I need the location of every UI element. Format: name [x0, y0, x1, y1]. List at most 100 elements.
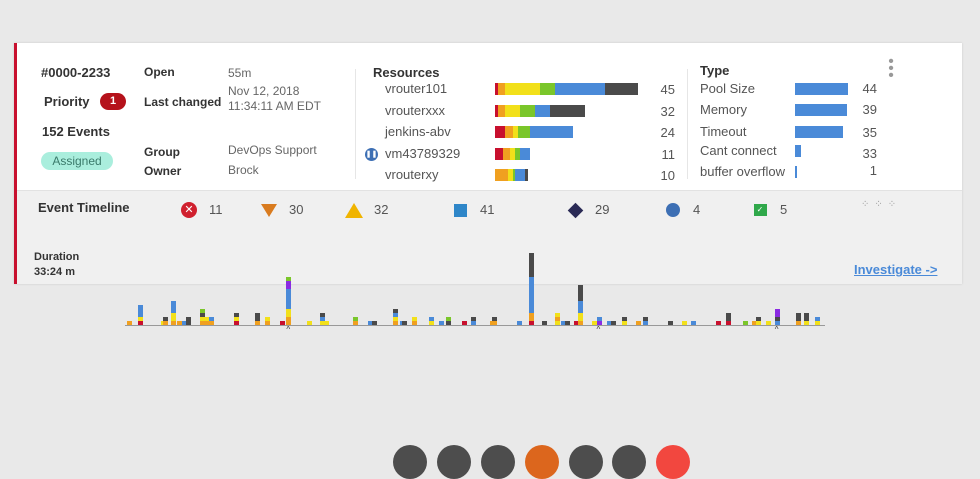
timeline-event-segment[interactable] [766, 321, 772, 325]
dock-button[interactable] [393, 445, 427, 479]
info-icon[interactable] [451, 202, 469, 218]
timeline-event-segment[interactable] [412, 317, 418, 321]
timeline-event-segment[interactable] [208, 317, 214, 321]
dock-button[interactable] [656, 445, 690, 479]
timeline-event-segment[interactable] [393, 317, 399, 321]
timeline-event-segment[interactable] [667, 321, 673, 325]
timeline-event-segment[interactable] [470, 317, 476, 321]
timeline-event-segment[interactable] [428, 321, 434, 325]
timeline-event-segment[interactable] [137, 305, 143, 317]
timeline-event-segment[interactable] [554, 317, 560, 321]
timeline-event-segment[interactable] [795, 313, 801, 321]
drag-handle-icon[interactable]: ⁘⁘⁘ [861, 199, 901, 210]
timeline-event-segment[interactable] [621, 321, 627, 325]
timeline-event-segment[interactable] [577, 301, 583, 313]
type-name[interactable]: Cant connect [700, 143, 777, 158]
timeline-event-segment[interactable] [774, 309, 780, 317]
timeline-event-segment[interactable] [286, 317, 292, 325]
timeline-event-segment[interactable] [804, 313, 810, 321]
timeline-event-segment[interactable] [162, 317, 168, 321]
resource-name[interactable]: vm43789329 [385, 146, 460, 161]
timeline-event-segment[interactable] [755, 317, 761, 321]
paused-icon[interactable] [664, 202, 682, 218]
dock-button[interactable] [612, 445, 646, 479]
investigate-link[interactable]: Investigate -> [854, 262, 937, 277]
status-badge[interactable]: Assigned [41, 152, 113, 170]
timeline-event-segment[interactable] [690, 321, 696, 325]
timeline-event-segment[interactable] [445, 321, 451, 325]
timeline-event-segment[interactable] [529, 253, 535, 277]
timeline-event-segment[interactable] [200, 309, 206, 313]
timeline-event-segment[interactable] [233, 317, 239, 321]
timeline-event-segment[interactable] [393, 309, 399, 313]
resource-name[interactable]: jenkins-abv [385, 124, 451, 139]
timeline-event-segment[interactable] [353, 317, 359, 321]
timeline-event-segment[interactable] [642, 317, 648, 321]
timeline-event-segment[interactable] [280, 321, 286, 325]
type-name[interactable]: Pool Size [700, 81, 755, 96]
timeline-event-segment[interactable] [726, 321, 732, 325]
timeline-event-segment[interactable] [774, 317, 780, 321]
timeline-event-segment[interactable] [372, 321, 378, 325]
timeline-event-segment[interactable] [307, 321, 313, 325]
timeline-event-segment[interactable] [716, 321, 722, 325]
timeline-event-segment[interactable] [137, 317, 143, 321]
timeline-event-segment[interactable] [726, 313, 732, 321]
timeline-event-segment[interactable] [596, 317, 602, 321]
timeline-event-segment[interactable] [401, 321, 407, 325]
more-options-icon[interactable]: • • • [887, 54, 895, 84]
timeline-event-segment[interactable] [445, 317, 451, 321]
timeline-event-segment[interactable] [814, 321, 820, 325]
timeline-marker-icon[interactable]: ^ [775, 325, 779, 334]
incident-card[interactable]: #0000-2233 Priority 1 152 Events Assigne… [14, 43, 962, 334]
resource-name[interactable]: vrouterxxx [385, 103, 445, 118]
timeline-event-segment[interactable] [804, 321, 810, 325]
timeline-event-segment[interactable] [611, 321, 617, 325]
timeline-event-segment[interactable] [254, 313, 260, 321]
timeline-event-segment[interactable] [577, 313, 583, 321]
timeline-event-segment[interactable] [682, 321, 688, 325]
timeline-event-segment[interactable] [286, 309, 292, 317]
warning-icon[interactable] [345, 202, 363, 218]
timeline-event-segment[interactable] [208, 321, 214, 325]
timeline-event-segment[interactable] [412, 321, 418, 325]
type-name[interactable]: buffer overflow [700, 164, 785, 179]
type-name[interactable]: Timeout [700, 124, 746, 139]
dock-button[interactable] [481, 445, 515, 479]
major-icon[interactable] [260, 202, 278, 218]
timeline-event-segment[interactable] [265, 317, 271, 321]
resource-name[interactable]: vrouterxy [385, 167, 438, 182]
timeline-event-segment[interactable] [393, 313, 399, 317]
timeline-event-segment[interactable] [185, 317, 191, 325]
type-name[interactable]: Memory [700, 102, 747, 117]
timeline-event-segment[interactable] [439, 321, 445, 325]
timeline-event-segment[interactable] [755, 321, 761, 325]
timeline-event-segment[interactable] [491, 317, 497, 321]
timeline-event-segment[interactable] [642, 321, 648, 325]
timeline-event-segment[interactable] [393, 321, 399, 325]
timeline-event-segment[interactable] [324, 321, 330, 325]
timeline-event-segment[interactable] [233, 313, 239, 317]
timeline-event-segment[interactable] [171, 301, 177, 313]
timeline-event-segment[interactable] [529, 313, 535, 321]
dock-button[interactable] [569, 445, 603, 479]
timeline-event-segment[interactable] [286, 281, 292, 289]
timeline-event-segment[interactable] [621, 317, 627, 321]
timeline-event-segment[interactable] [353, 321, 359, 325]
timeline-event-segment[interactable] [319, 313, 325, 317]
timeline-event-segment[interactable] [529, 321, 535, 325]
timeline-event-segment[interactable] [554, 313, 560, 317]
timeline-event-segment[interactable] [286, 289, 292, 309]
dock-button[interactable] [525, 445, 559, 479]
timeline-marker-icon[interactable]: ^ [286, 325, 290, 334]
timeline-event-segment[interactable] [516, 321, 522, 325]
timeline-event-segment[interactable] [491, 321, 497, 325]
timeline-event-segment[interactable] [814, 317, 820, 321]
timeline-event-segment[interactable] [286, 277, 292, 281]
timeline-event-segment[interactable] [254, 321, 260, 325]
timeline-event-segment[interactable] [171, 321, 177, 325]
timeline-event-segment[interactable] [470, 321, 476, 325]
timeline-event-segment[interactable] [577, 321, 583, 325]
timeline-event-segment[interactable] [743, 321, 749, 325]
timeline-event-segment[interactable] [127, 321, 133, 325]
